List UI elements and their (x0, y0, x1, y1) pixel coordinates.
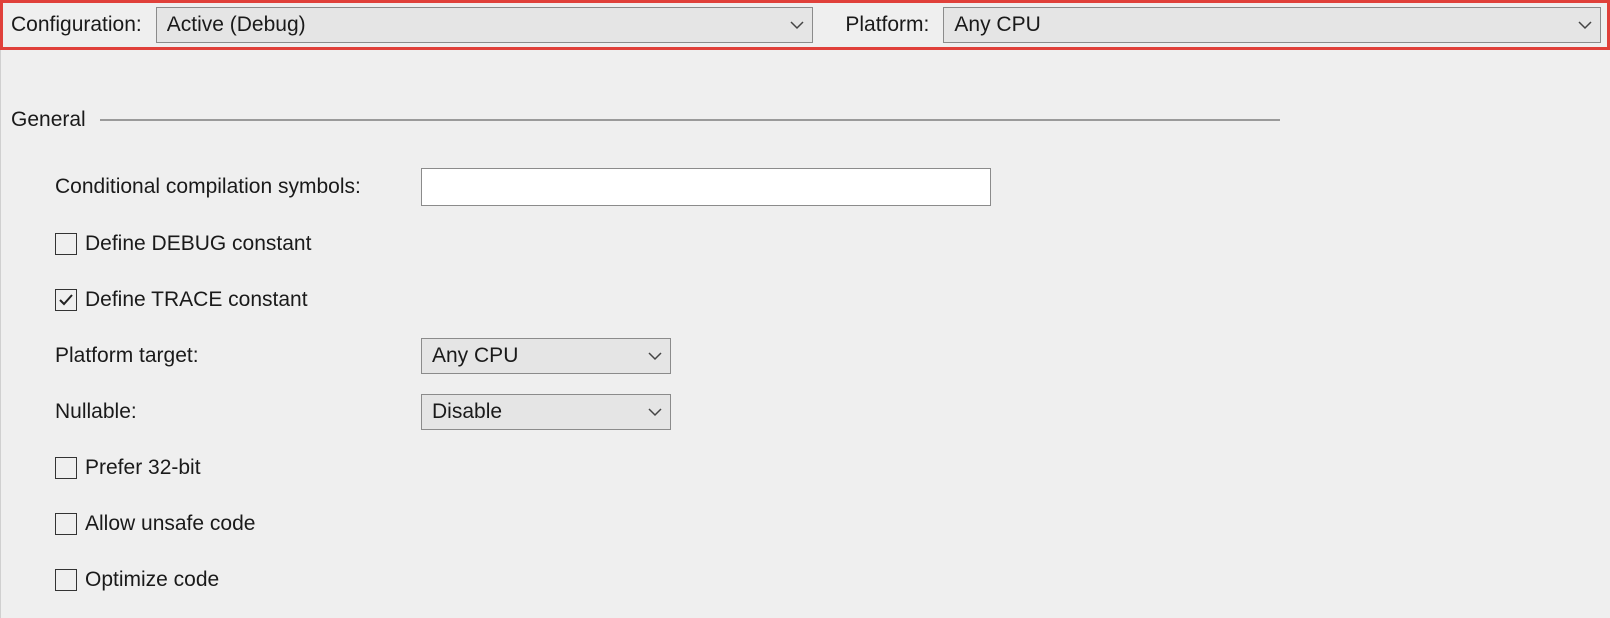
section-divider (100, 119, 1280, 121)
define-trace-label: Define TRACE constant (85, 288, 308, 312)
nullable-label: Nullable: (55, 400, 421, 424)
checkbox-box (55, 513, 77, 535)
conditional-symbols-row: Conditional compilation symbols: (55, 168, 1600, 206)
define-debug-checkbox[interactable]: Define DEBUG constant (55, 232, 311, 256)
define-debug-row: Define DEBUG constant (55, 226, 1600, 262)
chevron-down-icon (1578, 20, 1592, 30)
config-platform-bar: Configuration: Active (Debug) Platform: … (0, 0, 1610, 50)
build-settings-panel: General Conditional compilation symbols:… (0, 50, 1610, 618)
checkbox-box (55, 233, 77, 255)
checkbox-box (55, 569, 77, 591)
chevron-down-icon (790, 20, 804, 30)
allow-unsafe-row: Allow unsafe code (55, 506, 1600, 542)
allow-unsafe-checkbox[interactable]: Allow unsafe code (55, 512, 255, 536)
chevron-down-icon (648, 351, 662, 361)
conditional-symbols-label: Conditional compilation symbols: (55, 175, 421, 199)
platform-target-value: Any CPU (432, 344, 518, 368)
configuration-dropdown[interactable]: Active (Debug) (156, 7, 814, 43)
platform-target-row: Platform target: Any CPU (55, 338, 1600, 374)
conditional-symbols-input[interactable] (421, 168, 991, 206)
optimize-checkbox[interactable]: Optimize code (55, 568, 219, 592)
general-section-header: General (11, 108, 1600, 132)
prefer-32bit-row: Prefer 32-bit (55, 450, 1600, 486)
prefer-32bit-label: Prefer 32-bit (85, 456, 201, 480)
prefer-32bit-checkbox[interactable]: Prefer 32-bit (55, 456, 201, 480)
optimize-label: Optimize code (85, 568, 219, 592)
configuration-value: Active (Debug) (167, 13, 306, 37)
allow-unsafe-label: Allow unsafe code (85, 512, 255, 536)
checkbox-box (55, 457, 77, 479)
checkbox-box (55, 289, 77, 311)
define-trace-checkbox[interactable]: Define TRACE constant (55, 288, 308, 312)
platform-value: Any CPU (954, 13, 1040, 37)
platform-target-dropdown[interactable]: Any CPU (421, 338, 671, 374)
define-debug-label: Define DEBUG constant (85, 232, 311, 256)
nullable-value: Disable (432, 400, 502, 424)
nullable-row: Nullable: Disable (55, 394, 1600, 430)
define-trace-row: Define TRACE constant (55, 282, 1600, 318)
platform-label: Platform: (843, 13, 933, 37)
section-title: General (11, 108, 86, 132)
optimize-row: Optimize code (55, 562, 1600, 598)
nullable-dropdown[interactable]: Disable (421, 394, 671, 430)
platform-dropdown[interactable]: Any CPU (943, 7, 1601, 43)
chevron-down-icon (648, 407, 662, 417)
general-form: Conditional compilation symbols: Define … (11, 168, 1600, 598)
configuration-label: Configuration: (9, 13, 146, 37)
platform-target-label: Platform target: (55, 344, 421, 368)
